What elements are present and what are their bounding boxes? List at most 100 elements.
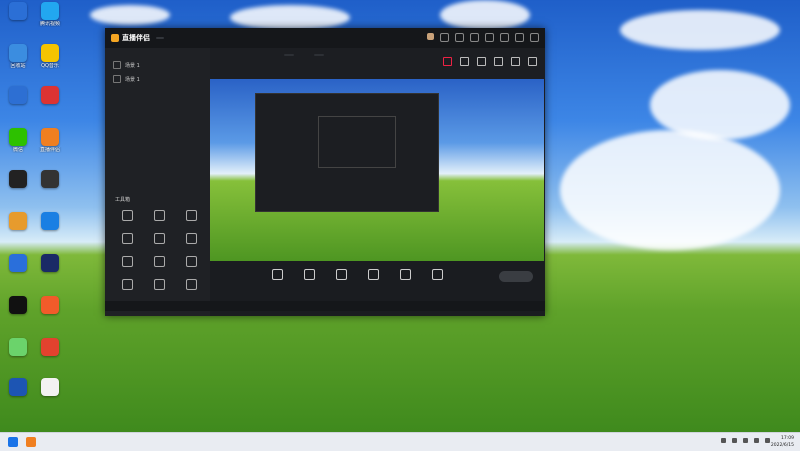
app-icon: [9, 170, 27, 188]
desktop-icon[interactable]: [34, 296, 66, 315]
app-icon: [41, 212, 59, 230]
app-icon: [9, 2, 27, 20]
desktop-icon[interactable]: 腾讯视频: [34, 2, 66, 27]
desktop-icon[interactable]: [2, 338, 34, 357]
toolbox-item[interactable]: [111, 256, 143, 269]
scene-label: 场景 1: [125, 62, 140, 69]
maximize-icon[interactable]: [515, 33, 524, 42]
sidebar-tabs: [105, 48, 210, 58]
control-icon: [367, 269, 379, 280]
toolbox-title: 工具箱: [115, 197, 131, 203]
desktop-icon[interactable]: [2, 296, 34, 315]
app-titlebar[interactable]: 直播伴侣: [105, 28, 545, 48]
tool-icon: [153, 279, 165, 290]
avatar[interactable]: [427, 33, 434, 40]
live-preview[interactable]: [210, 79, 544, 261]
desktop-icon[interactable]: [34, 378, 66, 397]
tool-icon: [121, 233, 133, 244]
taskbar-clock[interactable]: 17:09 2022/6/15: [771, 435, 794, 449]
control-button[interactable]: [330, 269, 352, 282]
toolbox-grid: [111, 210, 207, 292]
go-live-button[interactable]: [499, 271, 533, 282]
desktop-icon[interactable]: [2, 2, 34, 21]
toolbox-item[interactable]: [175, 279, 207, 292]
toolbox-item[interactable]: [111, 279, 143, 292]
room-header: [210, 48, 545, 78]
toolbox-item[interactable]: [143, 233, 175, 246]
settings-icon[interactable]: [455, 33, 464, 42]
app-logo-icon: [111, 34, 119, 42]
control-button[interactable]: [426, 269, 448, 282]
desktop-icon[interactable]: [2, 378, 34, 397]
close-icon[interactable]: [530, 33, 539, 42]
scene-item[interactable]: 场景 1: [105, 58, 210, 72]
tool-icon: [185, 256, 197, 267]
desktop-icon[interactable]: [2, 254, 34, 273]
toolbox-item[interactable]: [175, 210, 207, 223]
taskbar: 17:09 2022/6/15: [0, 432, 800, 451]
bluetooth-icon[interactable]: [732, 438, 737, 443]
eye-icon[interactable]: [113, 61, 121, 69]
control-button[interactable]: [362, 269, 384, 282]
eye-icon[interactable]: [113, 75, 121, 83]
windows-start-icon[interactable]: [8, 437, 18, 447]
menu-icon[interactable]: [485, 33, 494, 42]
copy-icon[interactable]: [477, 57, 486, 66]
preview-pill[interactable]: [284, 54, 294, 56]
desktop-icon[interactable]: [2, 86, 34, 105]
live-companion-window[interactable]: 直播伴侣 场景 1 场景 1 工具箱: [105, 28, 545, 316]
wifi-icon[interactable]: [743, 438, 748, 443]
layout-icon[interactable]: [494, 57, 503, 66]
toolbox-item[interactable]: [175, 233, 207, 246]
shield-icon[interactable]: [721, 438, 726, 443]
clock-time: 17:09: [781, 436, 794, 441]
clock-date: 2022/6/15: [770, 443, 794, 448]
tool-icon: [121, 210, 133, 221]
desktop-icon[interactable]: [34, 170, 66, 189]
desktop-icon[interactable]: [34, 254, 66, 273]
shirt-icon[interactable]: [470, 33, 479, 42]
minimize-icon[interactable]: [500, 33, 509, 42]
version-badge: [156, 37, 164, 39]
message-icon[interactable]: [440, 33, 449, 42]
tool-icon: [185, 279, 197, 290]
desktop-icon-label: QQ音乐: [41, 63, 59, 69]
control-button[interactable]: [298, 269, 320, 282]
tool-icon: [153, 256, 165, 267]
app-icon: [41, 2, 59, 20]
battery-icon[interactable]: [765, 438, 770, 443]
lock-icon[interactable]: [460, 57, 469, 66]
desktop-icon[interactable]: 回收站: [2, 44, 34, 69]
toolbox-item[interactable]: [143, 279, 175, 292]
toolbox-item[interactable]: [143, 256, 175, 269]
desktop-icon[interactable]: [34, 338, 66, 357]
desktop-icon[interactable]: [34, 212, 66, 231]
app-icon: [41, 170, 59, 188]
expand-icon[interactable]: [528, 57, 537, 66]
app-icon: [41, 296, 59, 314]
tool-icon: [185, 210, 197, 221]
desktop-icon[interactable]: 直播伴侣: [34, 128, 66, 153]
desktop-icon[interactable]: 微信: [2, 128, 34, 153]
app-icon: [41, 44, 59, 62]
scene-item[interactable]: 场景 1: [105, 72, 210, 86]
control-icon: [431, 269, 443, 280]
desktop-icon[interactable]: QQ音乐: [34, 44, 66, 69]
control-button[interactable]: [266, 269, 288, 282]
desktop-icon-label: 腾讯视频: [39, 21, 60, 27]
gift-icon[interactable]: [443, 57, 452, 66]
app-icon: [9, 296, 27, 314]
toolbox-item[interactable]: [111, 233, 143, 246]
toolbox-item[interactable]: [175, 256, 207, 269]
desktop-icon[interactable]: [2, 170, 34, 189]
home-icon[interactable]: [511, 57, 520, 66]
desktop-icon[interactable]: [34, 86, 66, 105]
desktop-icon[interactable]: [2, 212, 34, 231]
volume-icon[interactable]: [754, 438, 759, 443]
control-button[interactable]: [394, 269, 416, 282]
toolbox-item[interactable]: [111, 210, 143, 223]
control-icon: [303, 269, 315, 280]
edit-pill[interactable]: [314, 54, 324, 56]
live-companion-taskbar-icon[interactable]: [26, 437, 36, 447]
toolbox-item[interactable]: [143, 210, 175, 223]
